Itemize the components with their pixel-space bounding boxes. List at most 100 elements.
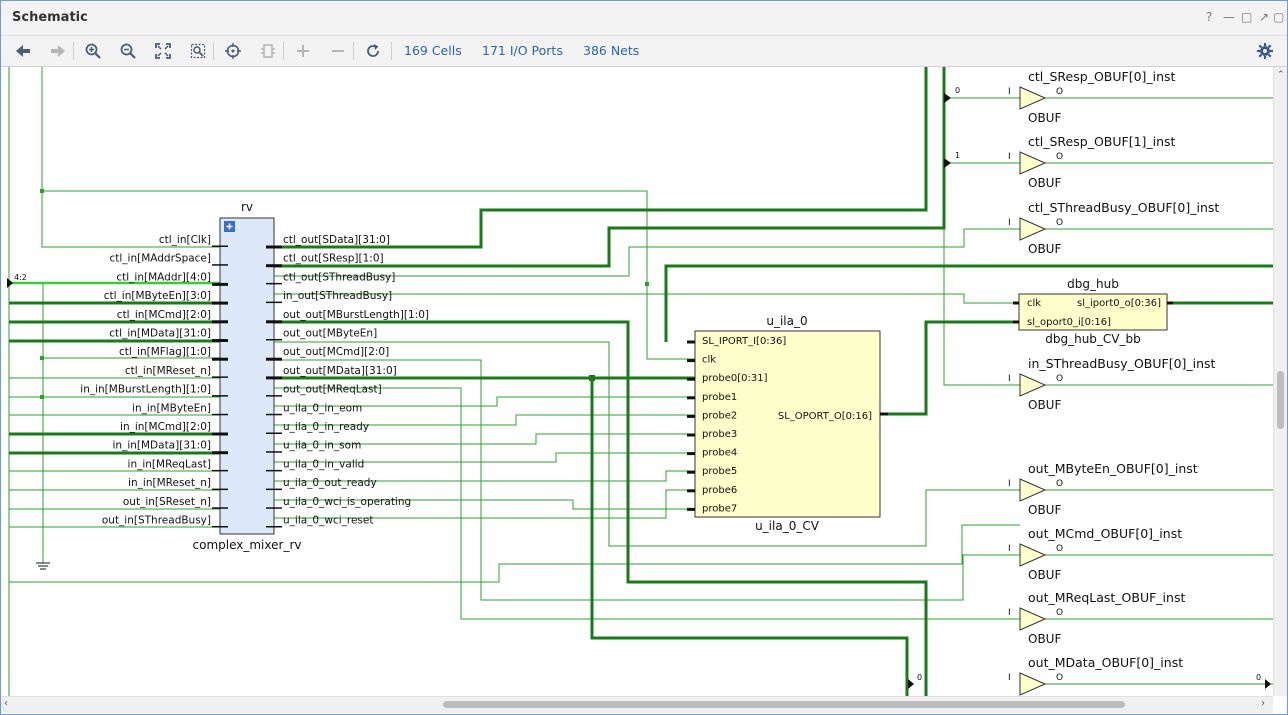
bus-bit-label: 1 [955, 151, 960, 160]
horizontal-scroll-thumb[interactable] [443, 701, 1125, 708]
vertical-scroll-thumb[interactable] [1277, 371, 1284, 429]
crosshair-icon[interactable] [223, 41, 243, 61]
rv-output-stub [266, 320, 282, 324]
ila-input-stub [687, 433, 695, 437]
refresh-icon[interactable] [363, 41, 383, 61]
rv-output-stub [266, 282, 282, 285]
obuf-in-pin: I [1008, 87, 1011, 97]
horizontal-scrollbar[interactable]: ‹ › [1, 696, 1273, 713]
obuf-out-pin: O [1056, 673, 1063, 683]
obuf-cell[interactable]: ctl_SResp_OBUF[1]_inst OBUF I O 1 [944, 134, 1176, 190]
rv-output-pin: ctl_out[SResp][1:0] [283, 253, 384, 265]
rv-input-pin: in_in[MByteEn] [132, 402, 211, 414]
help-icon[interactable]: ? [1206, 10, 1212, 24]
back-icon[interactable] [13, 41, 33, 61]
vertical-scrollbar[interactable]: ⌃ [1273, 67, 1287, 696]
obuf-cell[interactable]: ctl_SThreadBusy_OBUF[0]_inst OBUF I O [1008, 200, 1219, 256]
nets-count-link[interactable]: 386 Nets [583, 43, 639, 58]
obuf-cell[interactable]: in_SThreadBusy_OBUF[0]_inst OBUF I O [1008, 356, 1216, 412]
dbg-hub-clk-pin: clk [1027, 298, 1041, 309]
ila-input-pin: SL_IPORT_I[0:36] [702, 336, 786, 347]
expand-icon[interactable] [293, 41, 313, 61]
scroll-up-icon[interactable]: ⌃ [1277, 70, 1285, 80]
scroll-right-icon[interactable]: › [1261, 698, 1265, 709]
float-icon[interactable]: ↗ [1259, 10, 1269, 24]
io-ports-count-link[interactable]: 171 I/O Ports [482, 43, 563, 58]
rv-input-pin: ctl_in[MFlag][1:0] [119, 346, 211, 358]
obuf-type: OBUF [1028, 111, 1061, 125]
zoom-out-icon[interactable] [118, 41, 138, 61]
rv-input-pin: ctl_in[MAddrSpace] [109, 253, 211, 265]
rv-output-stub [266, 264, 282, 268]
scroll-left-icon[interactable]: ‹ [4, 698, 8, 709]
schematic-canvas[interactable]: 4:2 rv complex_mixer_rv ctl_in[Clk] ctl_i… [1, 67, 1273, 696]
rv-output-stub [266, 245, 282, 249]
zoom-in-icon[interactable] [83, 41, 103, 61]
ila-input-pin: probe4 [702, 448, 737, 459]
rv-output-pin: u_ila_0_in_som [283, 440, 361, 452]
schematic-window: Schematic ? — □ ↗ ▢ 169 Cells 171 I/O Po… [0, 0, 1288, 715]
obuf-out-pin: O [1056, 479, 1063, 489]
rv-output-pin: out_out[MReqLast] [283, 384, 382, 396]
rv-output-pin: out_out[MData][31:0] [283, 365, 397, 377]
rv-input-stub [212, 432, 228, 436]
obuf-type: OBUF [1028, 398, 1061, 412]
rv-output-stub [266, 526, 282, 528]
rv-input-stub [212, 488, 228, 491]
bus-tap-icon [944, 158, 951, 168]
ila-input-pin: clk [702, 355, 716, 366]
rv-output-stub [266, 301, 282, 304]
gear-icon[interactable] [1255, 41, 1275, 61]
collapse-icon[interactable] [328, 41, 348, 61]
dbg-hub-cell[interactable]: dbg_hub dbg_hub_CV_bb clk sl_oport0_i[0:… [1013, 277, 1173, 346]
bus-tap-icon [944, 93, 951, 103]
cell-icon[interactable] [258, 41, 278, 61]
rv-input-pin: in_in[MBurstLength][1:0] [80, 384, 211, 396]
obuf-instance-name: out_MReqLast_OBUF_inst [1028, 590, 1185, 605]
minimize-icon[interactable]: — [1223, 10, 1235, 24]
cells-count-link[interactable]: 169 Cells [404, 43, 462, 58]
rv-output-pin: ctl_out[SThreadBusy] [283, 271, 395, 283]
zoom-area-icon[interactable] [188, 41, 208, 61]
rv-output-pin: out_out[MBurstLength][1:0] [283, 309, 429, 321]
obuf-cell[interactable]: out_MData_OBUF[0]_instOBUFIO [1008, 655, 1183, 696]
rv-input-pin: out_in[SThreadBusy] [102, 515, 211, 527]
rv-cell[interactable]: rv complex_mixer_rv ctl_in[Clk] ctl_in[MA… [80, 200, 429, 552]
rv-output-pin: u_ila_0_in_ready [283, 421, 369, 433]
ila-input-stub [687, 507, 695, 511]
ila-input-pin: probe1 [702, 392, 737, 403]
rv-input-pin: out_in[SReset_n] [123, 496, 211, 508]
obuf-type: OBUF [1028, 176, 1061, 190]
rv-input-stub [212, 357, 228, 361]
rv-output-stub [266, 432, 282, 434]
zoom-fit-icon[interactable] [153, 41, 173, 61]
rv-output-pin: ctl_out[SData][31:0] [283, 234, 390, 246]
obuf-cell[interactable]: out_MCmd_OBUF[0]_inst OBUF I O [1008, 526, 1182, 582]
rv-output-pin: u_ila_0_wci_reset [283, 515, 373, 527]
obuf-cell[interactable]: out_MByteEn_OBUF[0]_inst OBUF I O [1008, 461, 1198, 517]
dbg-hub-cell-name: dbg_hub_CV_bb [1045, 332, 1141, 346]
dbg-hub-instance-name: dbg_hub [1067, 277, 1119, 291]
obuf-out-pin: O [1056, 87, 1063, 97]
ila-cell[interactable]: u_ila_0 u_ila_0_CV SL_OPORT_O[0:16] SL_I… [687, 314, 888, 533]
ila-input-stub [687, 489, 695, 493]
output-port-label: 0 [1256, 673, 1261, 682]
rv-input-pin: ctl_in[MCmd][2:0] [117, 309, 211, 321]
rv-output-stub [266, 451, 282, 453]
bus-port-icon [908, 679, 914, 689]
rv-input-pin: ctl_in[MReset_n] [125, 365, 211, 377]
rv-output-pin: u_ila_0_in_valid [283, 458, 364, 470]
obuf-cell[interactable]: ctl_SResp_OBUF[0]_inst OBUF I O 0 [944, 69, 1176, 125]
obuf-cell[interactable]: out_MReqLast_OBUF_inst OBUF I O [1008, 590, 1185, 646]
maximize-icon[interactable]: ▢ [1273, 10, 1284, 24]
obuf-in-pin: I [1008, 608, 1011, 618]
ila-oport-pin: SL_OPORT_O[0:16] [778, 411, 872, 422]
ila-input-pin: probe2 [702, 410, 737, 421]
restore-icon[interactable]: □ [1241, 10, 1252, 24]
obuf-instance-name: ctl_SResp_OBUF[0]_inst [1028, 69, 1176, 84]
ila-input-stub [687, 396, 695, 400]
forward-icon[interactable] [48, 41, 68, 61]
dbg-hub-oport-pin: sl_oport0_i[0:16] [1027, 317, 1111, 328]
rv-output-pin: u_ila_0_wci_is_operating [283, 496, 411, 508]
rv-output-stub [266, 339, 282, 341]
